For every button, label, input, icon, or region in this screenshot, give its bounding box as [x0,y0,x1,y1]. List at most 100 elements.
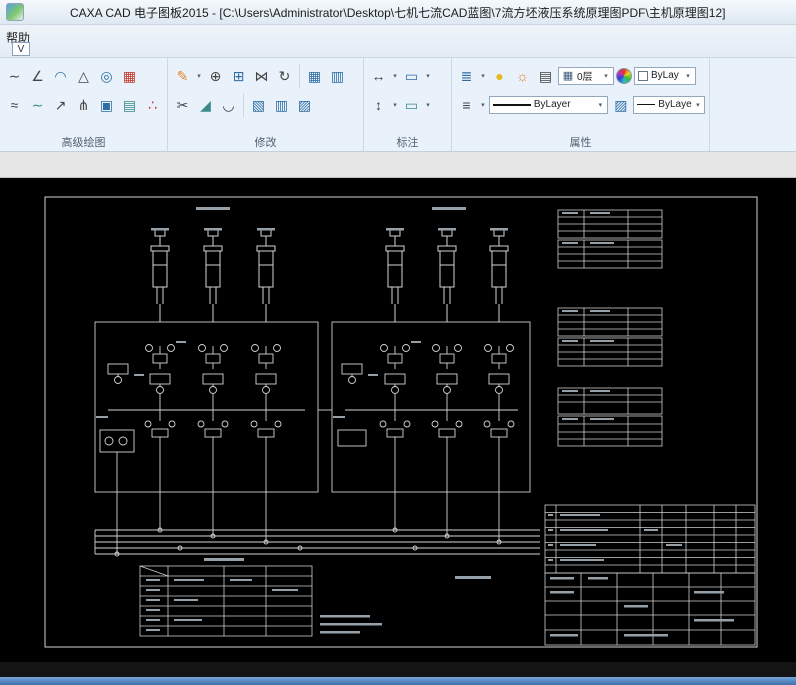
fillet-tool-icon[interactable]: ◡ [218,94,239,115]
spec-tables [558,210,662,446]
color-select[interactable]: ByLay ▾ [634,67,696,85]
point-cluster-tool-icon[interactable]: ∴ [142,94,163,115]
linear-dimension-tool-icon[interactable]: ↔ [368,65,389,86]
chevron-down-icon: ▾ [602,72,610,80]
copy-tool-icon[interactable]: ⊞ [228,65,249,86]
menu-bar: 帮助 V [0,25,796,58]
group-label-dimension[interactable]: 标注 [368,134,447,150]
color-wheel-icon[interactable] [616,68,632,84]
array-tool-icon[interactable]: ▦ [304,65,325,86]
chevron-down-icon[interactable]: ▾ [391,72,399,80]
group-label-draw[interactable]: 高级绘图 [4,134,163,150]
rotate-tool-icon[interactable]: ↻ [274,65,295,86]
ribbon-group-draw: ∼ ∠ ◠ △ ◎ ▦ ≈ ∼ ↗ ⋔ ▣ ▤ ∴ 高级绘图 [0,58,168,151]
branch-tool-icon[interactable]: ⋔ [73,94,94,115]
modify-row-1: ✎ ▾ ⊕ ⊞ ⋈ ↻ ▦ ▥ [172,61,359,90]
angle-line-tool-icon[interactable]: ∠ [27,65,48,86]
chevron-down-icon: ▾ [684,72,692,80]
chevron-down-icon[interactable]: ▾ [424,72,432,80]
chevron-down-icon[interactable]: ▾ [424,101,432,109]
erase-tool-icon[interactable]: ✎ [172,65,193,86]
app-icon[interactable] [6,3,24,21]
modify-row-2: ✂ ◢ ◡ ▧ ▥ ▨ [172,90,359,119]
draw-row-2: ≈ ∼ ↗ ⋔ ▣ ▤ ∴ [4,90,163,119]
bottom-blue-strip [0,677,796,685]
valve-annotation-marks [96,341,421,418]
chevron-down-icon[interactable]: ▾ [391,101,399,109]
chevron-down-icon[interactable]: ▾ [195,72,203,80]
group-label-properties[interactable]: 属性 [456,134,705,150]
move-tool-icon[interactable]: ⊕ [205,65,226,86]
title-block-text [455,576,734,637]
chevron-down-icon[interactable]: ▾ [479,101,487,109]
linetype-select[interactable]: ByLayer ▾ [489,96,609,114]
ribbon-empty-space [710,58,796,151]
stack-tool-icon[interactable]: ▥ [327,65,348,86]
region-tool-icon[interactable]: ▨ [294,94,315,115]
image-annotation-tool-icon[interactable]: ▭ [401,65,422,86]
lineweight-select[interactable]: ByLaye ▾ [633,96,705,114]
block-tool-icon[interactable]: ▥ [271,94,292,115]
polygon-tool-icon[interactable]: △ [73,65,94,86]
layer-manager-icon[interactable]: ≣ [456,65,477,86]
lineweight-icon[interactable]: ≡ [456,94,477,115]
pump-unit-right [338,430,366,446]
chevron-down-icon: ▾ [596,101,604,109]
pump-unit-left [100,430,134,492]
valve-manifold-left [95,322,318,492]
toolbar-separator [299,64,300,88]
caxa-window: CAXA CAD 电子图板2015 - [C:\Users\Administra… [0,0,796,685]
color-value: ByLay [651,70,679,81]
spline-tool-icon[interactable]: ∼ [4,65,25,86]
trim-tool-icon[interactable]: ✂ [172,94,193,115]
arrow-tool-icon[interactable]: ↗ [50,94,71,115]
wave-curve-tool-icon[interactable]: ≈ [4,94,25,115]
cube-tool-icon[interactable]: ▣ [96,94,117,115]
double-curve-tool-icon[interactable]: ∼ [27,94,48,115]
window-title: CAXA CAD 电子图板2015 - [C:\Users\Administra… [70,4,725,21]
pipe-bus-lines [95,492,540,556]
arc-tool-icon[interactable]: ◠ [50,65,71,86]
ribbon: ∼ ∠ ◠ △ ◎ ▦ ≈ ∼ ↗ ⋔ ▣ ▤ ∴ 高级绘图 ✎ ▾ [0,58,796,152]
valve-manifold-right [332,322,530,492]
document-strip [0,152,796,178]
toolbar-separator [243,93,244,117]
dimension-row-1: ↔ ▾ ▭ ▾ [368,61,447,90]
mirror-tool-icon[interactable]: ⋈ [251,65,272,86]
group-label-modify[interactable]: 修改 [172,134,359,150]
properties-row-2: ≡ ▾ ByLayer ▾ ▨ ByLaye ▾ [456,90,705,119]
vertical-dimension-tool-icon[interactable]: ↕ [368,94,389,115]
quick-access-dropdown-button[interactable]: V [12,42,30,56]
legend-table-text [146,558,298,631]
title-bar: CAXA CAD 电子图板2015 - [C:\Users\Administra… [0,0,796,25]
chamfer-tool-icon[interactable]: ◢ [195,94,216,115]
group-header-labels [196,207,466,210]
lineweight-value: ByLaye [658,99,691,110]
drawing-canvas[interactable] [0,178,796,662]
spec-tables-text [562,212,614,420]
linetype-value: ByLayer [534,99,571,110]
sun-icon[interactable]: ☼ [512,65,533,86]
notes-text [320,615,382,634]
chevron-down-icon: ▾ [695,101,701,109]
table-tool-icon[interactable]: ▦ [119,65,140,86]
layer-select[interactable]: ▦ 0层 ▾ [558,67,614,85]
linetype-sample [493,104,531,106]
cylinder-labels [151,228,508,231]
draw-row-1: ∼ ∠ ◠ △ ◎ ▦ [4,61,163,90]
lineweight-sample [637,104,655,105]
ribbon-group-dimension: ↔ ▾ ▭ ▾ ↕ ▾ ▭ ▾ 标注 [364,58,452,151]
hydraulic-cylinders [151,230,508,322]
command-area [0,662,796,677]
hatch-tool-icon[interactable]: ▧ [248,94,269,115]
chevron-down-icon[interactable]: ▾ [479,72,487,80]
properties-row-1: ≣ ▾ ● ☼ ▤ ▦ 0层 ▾ ByLay ▾ [456,61,705,90]
circle-tool-icon[interactable]: ◎ [96,65,117,86]
printer-icon[interactable]: ▤ [535,65,556,86]
leader-annotation-tool-icon[interactable]: ▭ [401,94,422,115]
layer-grid-icon: ▦ [562,69,574,82]
layers-tool-icon[interactable]: ▤ [119,94,140,115]
hatch-style-icon[interactable]: ▨ [610,94,631,115]
dimension-row-2: ↕ ▾ ▭ ▾ [368,90,447,119]
lightbulb-icon[interactable]: ● [489,65,510,86]
